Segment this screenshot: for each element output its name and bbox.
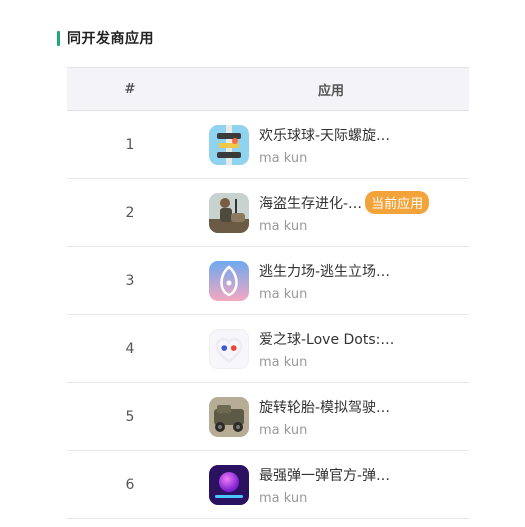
row-number: 3 xyxy=(125,272,135,289)
table-row[interactable]: 3 逃生力场-逃生立场… ma kun xyxy=(67,247,469,315)
app-cell[interactable]: 逃生力场-逃生立场… ma kun xyxy=(193,260,469,302)
helix-tower-icon[interactable] xyxy=(209,124,249,165)
row-number: 5 xyxy=(125,408,135,425)
app-cell[interactable]: 海盗生存进化-… 当前应用 ma kun xyxy=(193,191,469,234)
table-row[interactable]: 1 欢乐球球-天际螺旋… ma kun xyxy=(67,111,469,179)
table-row[interactable]: 6 最强弹一弹官方-弹… ma kun xyxy=(67,451,469,519)
app-name[interactable]: 最强弹一弹官方-弹… xyxy=(259,465,390,485)
row-number: 1 xyxy=(125,136,135,153)
app-cell[interactable]: 最强弹一弹官方-弹… ma kun xyxy=(193,464,469,506)
app-developer: ma kun xyxy=(259,150,308,166)
app-developer: ma kun xyxy=(259,422,308,438)
table-row[interactable]: 5 旋转轮胎-模拟驾驶… ma kun xyxy=(67,383,469,451)
current-app-badge: 当前应用 xyxy=(365,191,430,214)
app-name[interactable]: 海盗生存进化-… xyxy=(259,193,362,213)
table-row[interactable]: 4 爱之球-Love Dots:… ma kun xyxy=(67,315,469,383)
row-number: 6 xyxy=(125,476,135,493)
escape-field-icon[interactable] xyxy=(209,260,249,301)
section-title: 同开发商应用 xyxy=(67,31,154,47)
table-header: # 应用 xyxy=(67,67,469,111)
app-developer: ma kun xyxy=(259,286,308,302)
row-number: 2 xyxy=(125,204,135,221)
section-accent-bar xyxy=(57,30,60,46)
military-truck-icon[interactable] xyxy=(209,396,249,437)
app-name[interactable]: 旋转轮胎-模拟驾驶… xyxy=(259,397,390,417)
app-name[interactable]: 欢乐球球-天际螺旋… xyxy=(259,125,390,145)
app-cell[interactable]: 爱之球-Love Dots:… ma kun xyxy=(193,328,469,370)
app-developer: ma kun xyxy=(259,490,308,506)
header-num: # xyxy=(124,81,136,97)
app-name[interactable]: 爱之球-Love Dots:… xyxy=(259,329,394,349)
love-dots-icon[interactable] xyxy=(209,328,249,369)
bouncing-ball-icon[interactable] xyxy=(209,464,249,505)
app-developer: ma kun xyxy=(259,218,308,234)
section-header: 同开发商应用 xyxy=(57,28,154,48)
app-cell[interactable]: 欢乐球球-天际螺旋… ma kun xyxy=(193,124,469,166)
app-cell[interactable]: 旋转轮胎-模拟驾驶… ma kun xyxy=(193,396,469,438)
row-number: 4 xyxy=(125,340,135,357)
pirate-survival-icon[interactable] xyxy=(209,192,249,233)
app-developer: ma kun xyxy=(259,354,308,370)
table-row[interactable]: 2 海盗生存进化-… 当前应用 ma kun xyxy=(67,179,469,247)
app-name[interactable]: 逃生力场-逃生立场… xyxy=(259,261,390,281)
header-app: 应用 xyxy=(317,83,344,99)
same-developer-apps-table: # 应用 1 欢乐球球-天际螺旋… ma kun 2 海盗生存进化-… 当前应用… xyxy=(67,67,469,519)
